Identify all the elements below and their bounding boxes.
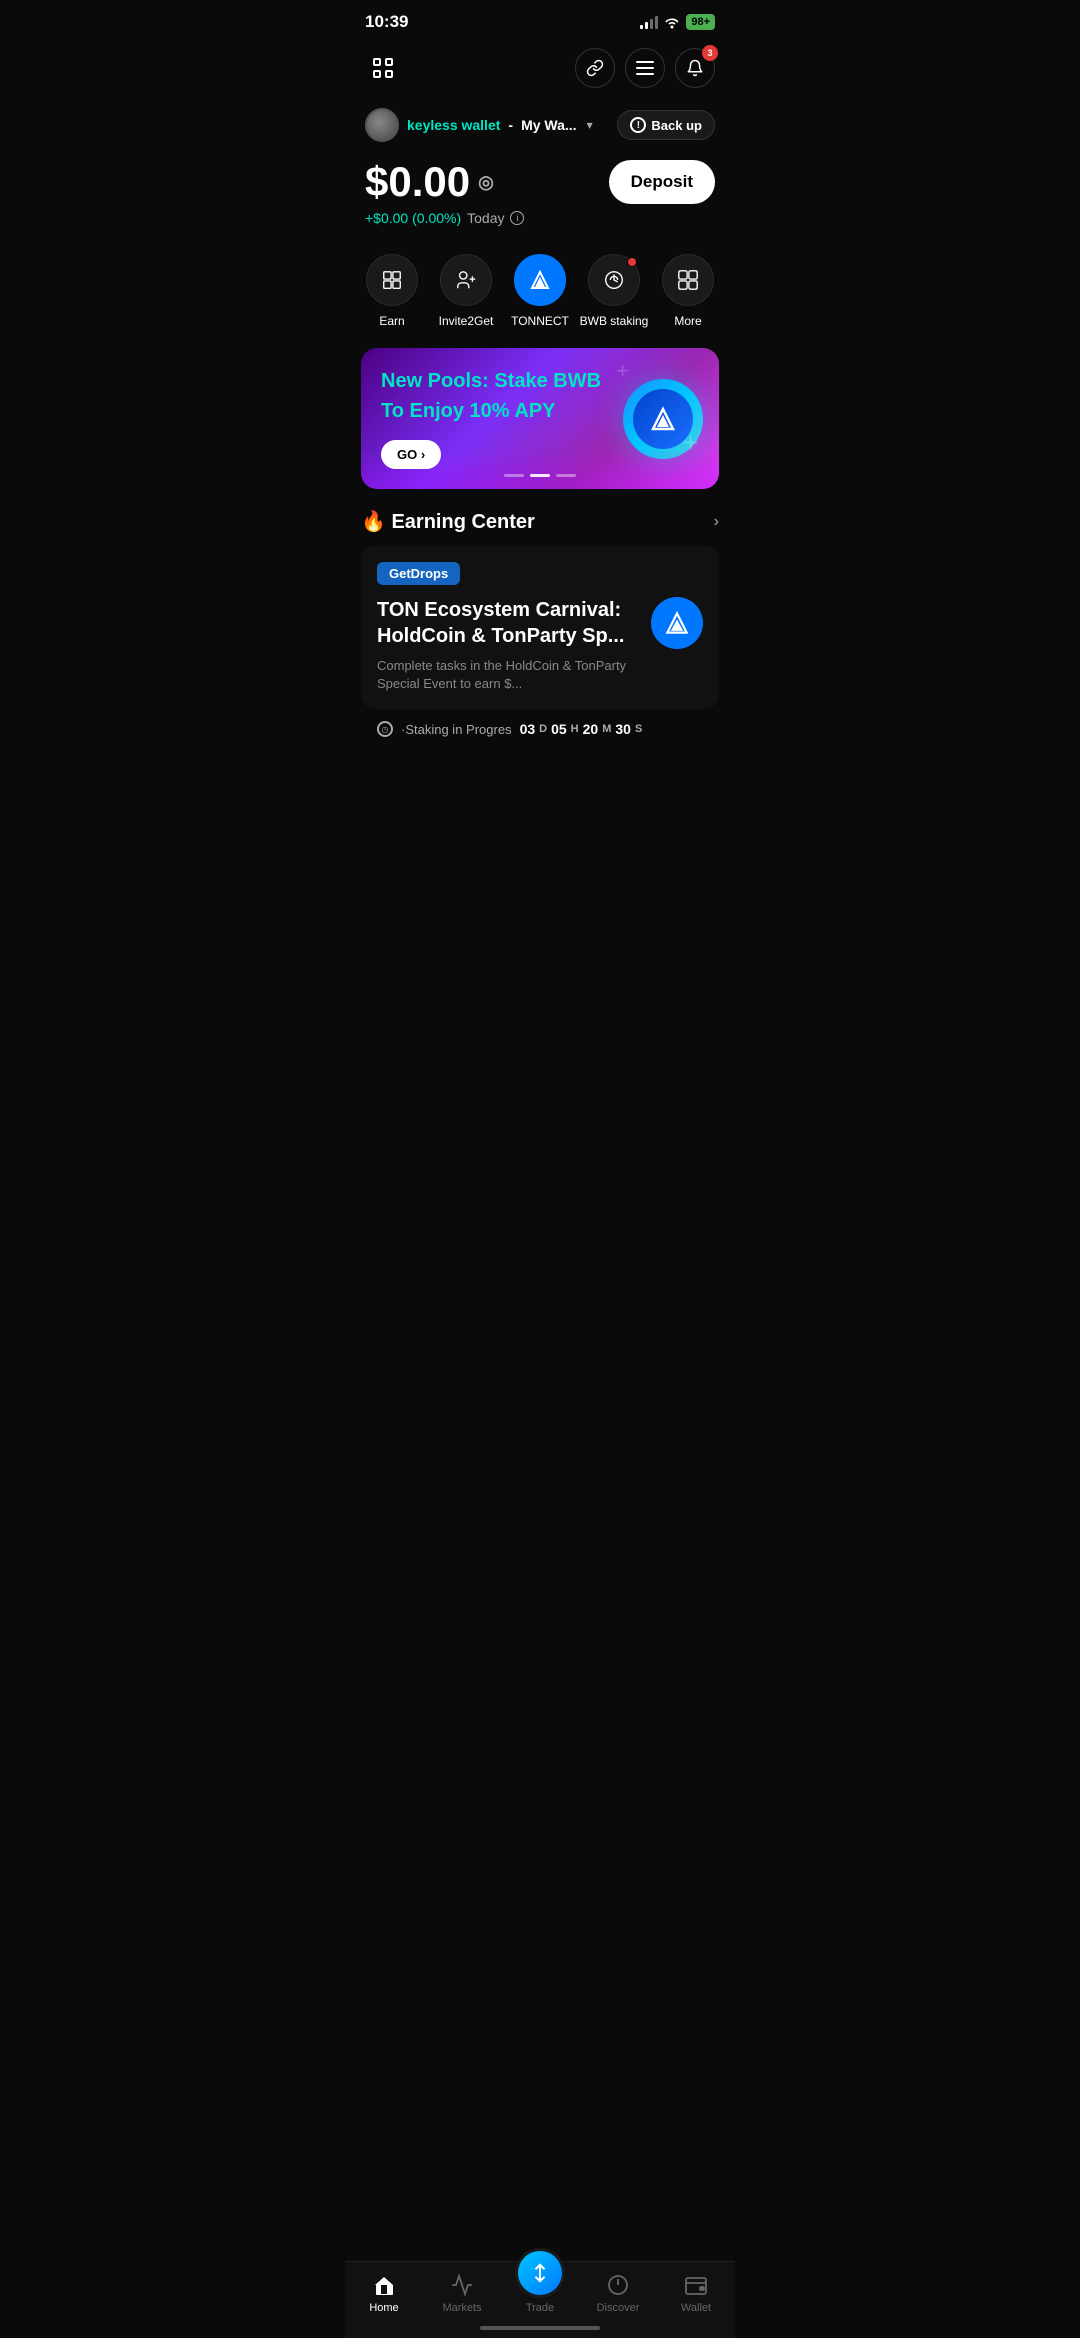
nav-wallet-label: Wallet [681, 2302, 711, 2314]
trade-icon [515, 2248, 565, 2298]
apps-icon[interactable] [365, 50, 401, 86]
status-time: 10:39 [365, 12, 408, 32]
balance-row: $0.00 ◎ Deposit [365, 158, 715, 206]
staking-prefix: ·Staking in Progres [401, 722, 512, 737]
nav-trade[interactable]: Trade [501, 2272, 579, 2314]
banner-dot-1 [504, 474, 524, 477]
today-info-icon[interactable]: i [510, 211, 524, 225]
deposit-button[interactable]: Deposit [609, 160, 715, 204]
wallet-name-row[interactable]: keyless wallet - My Wa... ▾ [365, 108, 593, 142]
wallet-name-separator: - [508, 117, 513, 133]
wallet-dropdown-chevron: ▾ [587, 118, 593, 132]
earn-circle [366, 254, 418, 306]
nav-markets[interactable]: Markets [423, 2272, 501, 2314]
header-nav: 3 [345, 40, 735, 100]
invite2get-label: Invite2Get [439, 314, 494, 328]
timer-days-val: 03 [520, 721, 536, 737]
promo-banner[interactable]: New Pools: Stake BWB To Enjoy 10% APY GO… [361, 348, 719, 489]
banner-title: New Pools: Stake BWB [381, 368, 699, 394]
home-indicator [480, 2326, 600, 2330]
timer-mins-label: M [602, 723, 611, 735]
nav-wallet[interactable]: Wallet [657, 2272, 735, 2314]
banner-go-button[interactable]: GO › [381, 440, 441, 469]
nav-discover[interactable]: Discover [579, 2272, 657, 2314]
wallet-avatar [365, 108, 399, 142]
home-icon [371, 2272, 397, 2298]
action-earn[interactable]: Earn [355, 254, 429, 328]
tonnect-label: TONNECT [511, 314, 569, 328]
tonnect-circle [514, 254, 566, 306]
earning-card-title: TON Ecosystem Carnival: HoldCoin & TonPa… [377, 597, 639, 649]
discover-icon [605, 2272, 631, 2298]
balance-amount: $0.00 ◎ [365, 158, 494, 206]
more-circle [662, 254, 714, 306]
banner-pagination [504, 474, 576, 477]
earning-center-section: 🔥 Earning Center › GetDrops TON Ecosyste… [345, 489, 735, 761]
wallet-name-rest: My Wa... [521, 117, 577, 133]
status-icons: 98+ [640, 14, 715, 30]
staking-timer-row: ◷ ·Staking in Progres 03 D 05 H 20 M 30 … [361, 709, 719, 749]
nav-home-label: Home [369, 2302, 398, 2314]
wallet-icon [683, 2272, 709, 2298]
notification-badge: 3 [702, 45, 718, 61]
nav-home[interactable]: Home [345, 2272, 423, 2314]
nav-discover-label: Discover [597, 2302, 640, 2314]
notification-button[interactable]: 3 [675, 48, 715, 88]
banner-dot-3 [556, 474, 576, 477]
header-right-icons: 3 [575, 48, 715, 88]
menu-button[interactable] [625, 48, 665, 88]
getdrops-badge: GetDrops [377, 562, 460, 585]
invite2get-circle [440, 254, 492, 306]
status-bar: 10:39 98+ [345, 0, 735, 40]
banner-dot-2 [530, 474, 550, 477]
earning-center-chevron[interactable]: › [714, 513, 719, 531]
earning-card[interactable]: GetDrops TON Ecosystem Carnival: HoldCoi… [361, 546, 719, 709]
quick-actions: Earn Invite2Get TONNECT [345, 238, 735, 332]
earning-card-logo [651, 597, 703, 649]
markets-icon [449, 2272, 475, 2298]
backup-button[interactable]: ! Back up [617, 110, 715, 140]
action-tonnect[interactable]: TONNECT [503, 254, 577, 328]
timer-secs-label: S [635, 723, 642, 735]
action-invite2get[interactable]: Invite2Get [429, 254, 503, 328]
timer-secs-val: 30 [615, 721, 631, 737]
earning-center-title: 🔥 Earning Center [361, 509, 535, 534]
nav-trade-label: Trade [526, 2302, 554, 2314]
balance-today-label: Today [467, 210, 504, 226]
timer-days-label: D [539, 723, 547, 735]
balance-change-row: +$0.00 (0.00%) Today i [365, 210, 715, 226]
earning-card-desc: Complete tasks in the HoldCoin & TonPart… [377, 657, 639, 693]
action-more[interactable]: More [651, 254, 725, 328]
nav-markets-label: Markets [442, 2302, 481, 2314]
wifi-icon [664, 15, 680, 29]
bwb-staking-label: BWB staking [580, 314, 649, 328]
earning-card-content: TON Ecosystem Carnival: HoldCoin & TonPa… [377, 597, 703, 693]
timer-hours-val: 05 [551, 721, 567, 737]
wallet-name-green: keyless wallet [407, 117, 500, 133]
signal-icon [640, 15, 658, 29]
staking-timer: 03 D 05 H 20 M 30 S [520, 721, 643, 737]
earn-label: Earn [379, 314, 404, 328]
balance-change: +$0.00 (0.00%) [365, 210, 461, 226]
wallet-section: keyless wallet - My Wa... ▾ ! Back up $0… [345, 100, 735, 238]
banner-subtitle: To Enjoy 10% APY [381, 398, 699, 424]
link-button[interactable] [575, 48, 615, 88]
bwb-staking-dot [627, 257, 637, 267]
hide-balance-icon[interactable]: ◎ [478, 172, 494, 193]
wallet-header-row: keyless wallet - My Wa... ▾ ! Back up [365, 108, 715, 142]
more-label: More [674, 314, 701, 328]
timer-mins-val: 20 [583, 721, 599, 737]
timer-hours-label: H [571, 723, 579, 735]
earning-center-header: 🔥 Earning Center › [361, 509, 719, 534]
backup-icon: ! [630, 117, 646, 133]
action-bwb-staking[interactable]: BWB staking [577, 254, 651, 328]
staking-clock-icon: ◷ [377, 721, 393, 737]
battery-badge: 98+ [686, 14, 715, 30]
bwb-staking-circle [588, 254, 640, 306]
